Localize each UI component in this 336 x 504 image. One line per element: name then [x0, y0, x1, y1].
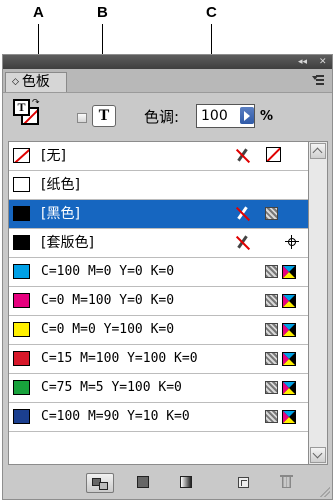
swatch-name: [纸色]: [41, 177, 80, 193]
swatch-row-magenta[interactable]: C=0 M=100 Y=0 K=0: [9, 287, 308, 316]
swatch-name: C=100 M=90 Y=10 K=0: [41, 409, 190, 424]
swatch-color: [13, 409, 30, 424]
swatch-name: [黑色]: [41, 206, 80, 222]
swatch-name: C=75 M=5 Y=100 K=0: [41, 380, 182, 395]
swatch-name: C=0 M=0 Y=100 K=0: [41, 322, 175, 337]
panel-menu-icon[interactable]: [312, 75, 324, 85]
callout-c: C: [206, 4, 217, 21]
scroll-up-button[interactable]: [310, 143, 326, 159]
swatch-row-paper[interactable]: [纸色]: [9, 171, 308, 200]
swap-fill-stroke-icon[interactable]: ↷: [32, 98, 40, 108]
swatch-row-red[interactable]: C=15 M=100 Y=100 K=0: [9, 345, 308, 374]
swatch-list: [无] [纸色] [黑色] [套版色] C=100 M=0 Y=0 K=0 C=…: [8, 141, 309, 465]
swatch-color: [13, 206, 30, 221]
callout-b: B: [97, 4, 108, 21]
new-swatch-icon[interactable]: [230, 473, 258, 493]
cmyk-mode-icon: [282, 265, 296, 279]
process-color-icon: [265, 323, 278, 336]
tab-label: 色板: [21, 74, 50, 90]
delete-swatch-icon[interactable]: [273, 473, 301, 493]
cmyk-mode-icon: [282, 352, 296, 366]
swatch-row-registration[interactable]: [套版色]: [9, 229, 308, 258]
collapse-panel-button[interactable]: ◂◂: [298, 56, 307, 68]
panel-bottom-toolbar: [3, 465, 332, 499]
cmyk-mode-icon: [282, 294, 296, 308]
swatch-row-cyan[interactable]: C=100 M=0 Y=0 K=0: [9, 258, 308, 287]
swatch-name: [套版色]: [41, 235, 94, 251]
swatch-name: C=0 M=100 Y=0 K=0: [41, 293, 175, 308]
swatch-color: [13, 148, 30, 163]
swatch-color: [13, 351, 30, 366]
tab-swatches[interactable]: ◇ 色板: [5, 72, 67, 92]
swatch-row-green[interactable]: C=75 M=5 Y=100 K=0: [9, 374, 308, 403]
cmyk-mode-icon: [282, 323, 296, 337]
swatch-list-scrollbar[interactable]: [309, 141, 328, 465]
none-color-icon: [266, 147, 281, 162]
process-color-icon: [265, 381, 278, 394]
show-gradient-swatches-icon[interactable]: [172, 473, 200, 493]
tint-slider-button[interactable]: [240, 107, 254, 124]
panel-titlebar[interactable]: ◂◂ ✕: [3, 55, 332, 69]
non-editable-icon: [235, 206, 251, 222]
registration-icon: [285, 235, 299, 249]
tint-unit: %: [260, 109, 274, 124]
swatch-row-black[interactable]: [黑色]: [9, 200, 308, 229]
process-color-icon: [265, 410, 278, 423]
swatch-color: [13, 235, 30, 250]
process-color-icon: [265, 294, 278, 307]
tint-label: 色调:: [144, 108, 180, 126]
swatch-row-none[interactable]: [无]: [9, 142, 308, 171]
non-editable-icon: [235, 235, 251, 251]
resize-grip-icon[interactable]: [320, 487, 330, 497]
swatch-color: [13, 177, 30, 192]
tab-chevron-icon: ◇: [12, 77, 19, 87]
swatch-name: [无]: [41, 148, 66, 164]
swatches-panel: ◂◂ ✕ ◇ 色板 T ↷ T 色调: 100 % [无] [纸色] [黑色] …: [2, 54, 333, 500]
swatch-color: [13, 264, 30, 279]
show-all-swatches-icon[interactable]: [86, 473, 114, 493]
swatch-row-blue[interactable]: C=100 M=90 Y=10 K=0: [9, 403, 308, 432]
swatch-name: C=100 M=0 Y=0 K=0: [41, 264, 175, 279]
show-color-swatches-icon[interactable]: [129, 473, 157, 493]
scroll-down-button[interactable]: [310, 447, 326, 463]
panel-tab-row: ◇ 色板: [3, 69, 332, 93]
non-editable-icon: [235, 148, 251, 164]
swatch-color: [13, 380, 30, 395]
swatch-row-yellow[interactable]: C=0 M=0 Y=100 K=0: [9, 316, 308, 345]
process-color-icon: [265, 265, 278, 278]
fill-stroke-icon[interactable]: T ↷: [13, 98, 41, 127]
fill-box-icon[interactable]: T: [13, 99, 30, 116]
callout-a: A: [33, 4, 44, 21]
swatch-name: C=15 M=100 Y=100 K=0: [41, 351, 198, 366]
cmyk-mode-icon: [282, 410, 296, 424]
process-color-icon: [265, 352, 278, 365]
swatch-color: [13, 293, 30, 308]
formatting-affects-container-icon[interactable]: [77, 113, 87, 123]
swatch-controls: T ↷ T 色调: 100 %: [3, 93, 332, 133]
cmyk-mode-icon: [282, 381, 296, 395]
process-color-icon: [265, 207, 278, 220]
close-panel-button[interactable]: ✕: [319, 56, 327, 68]
formatting-affects-text-icon[interactable]: T: [92, 105, 116, 127]
swatch-color: [13, 322, 30, 337]
